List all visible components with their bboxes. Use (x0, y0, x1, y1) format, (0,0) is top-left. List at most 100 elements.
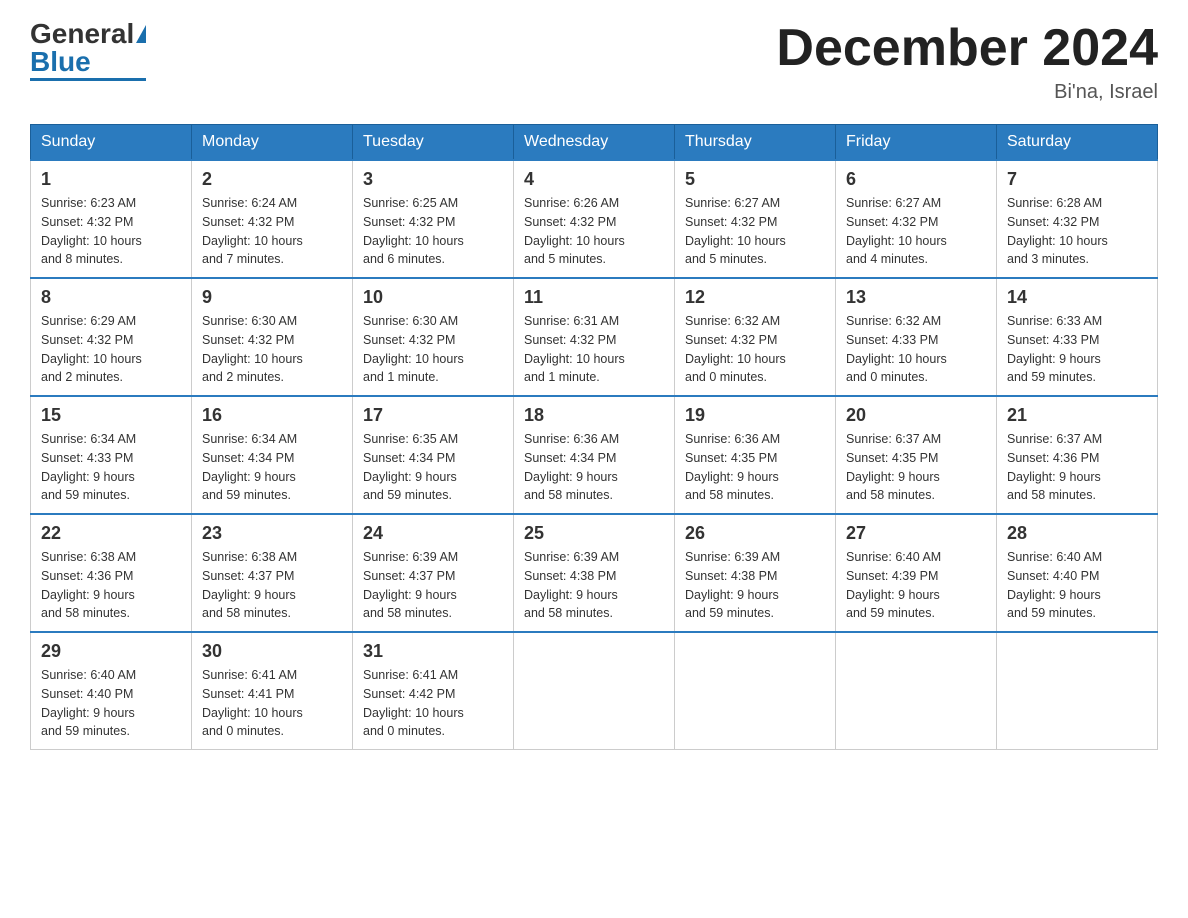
day-number: 14 (1007, 287, 1147, 308)
day-info: Sunrise: 6:31 AMSunset: 4:32 PMDaylight:… (524, 312, 664, 387)
header-saturday: Saturday (997, 125, 1158, 161)
day-number: 6 (846, 169, 986, 190)
day-info: Sunrise: 6:33 AMSunset: 4:33 PMDaylight:… (1007, 312, 1147, 387)
logo-triangle-icon (136, 25, 146, 43)
day-info: Sunrise: 6:27 AMSunset: 4:32 PMDaylight:… (846, 194, 986, 269)
day-number: 5 (685, 169, 825, 190)
calendar-cell: 23 Sunrise: 6:38 AMSunset: 4:37 PMDayligh… (192, 514, 353, 632)
calendar-cell: 2Sunrise: 6:24 AMSunset: 4:32 PMDaylight… (192, 160, 353, 278)
calendar-cell: 26 Sunrise: 6:39 AMSunset: 4:38 PMDayligh… (675, 514, 836, 632)
calendar-cell: 20 Sunrise: 6:37 AMSunset: 4:35 PMDayligh… (836, 396, 997, 514)
day-number: 13 (846, 287, 986, 308)
day-info: Sunrise: 6:37 AMSunset: 4:36 PMDaylight:… (1007, 430, 1147, 505)
day-number: 23 (202, 523, 342, 544)
day-info: Sunrise: 6:23 AMSunset: 4:32 PMDaylight:… (41, 194, 181, 269)
day-info: Sunrise: 6:34 AMSunset: 4:34 PMDaylight:… (202, 430, 342, 505)
calendar-cell: 4 Sunrise: 6:26 AMSunset: 4:32 PMDaylight… (514, 160, 675, 278)
day-info: Sunrise: 6:39 AMSunset: 4:37 PMDaylight:… (363, 548, 503, 623)
week-row-2: 8Sunrise: 6:29 AMSunset: 4:32 PMDaylight… (31, 278, 1158, 396)
calendar-cell: 12 Sunrise: 6:32 AMSunset: 4:32 PMDayligh… (675, 278, 836, 396)
calendar-cell (514, 632, 675, 750)
week-row-3: 15 Sunrise: 6:34 AMSunset: 4:33 PMDayligh… (31, 396, 1158, 514)
day-number: 21 (1007, 405, 1147, 426)
header-thursday: Thursday (675, 125, 836, 161)
day-info: Sunrise: 6:41 AMSunset: 4:42 PMDaylight:… (363, 666, 503, 741)
day-number: 18 (524, 405, 664, 426)
calendar-cell: 29Sunrise: 6:40 AMSunset: 4:40 PMDayligh… (31, 632, 192, 750)
calendar-cell (997, 632, 1158, 750)
header-tuesday: Tuesday (353, 125, 514, 161)
calendar-cell: 1 Sunrise: 6:23 AMSunset: 4:32 PMDaylight… (31, 160, 192, 278)
day-number: 16 (202, 405, 342, 426)
calendar-cell: 25Sunrise: 6:39 AMSunset: 4:38 PMDayligh… (514, 514, 675, 632)
calendar-cell: 6 Sunrise: 6:27 AMSunset: 4:32 PMDaylight… (836, 160, 997, 278)
calendar-cell: 11 Sunrise: 6:31 AMSunset: 4:32 PMDayligh… (514, 278, 675, 396)
day-info: Sunrise: 6:32 AMSunset: 4:32 PMDaylight:… (685, 312, 825, 387)
day-number: 20 (846, 405, 986, 426)
day-info: Sunrise: 6:34 AMSunset: 4:33 PMDaylight:… (41, 430, 181, 505)
day-info: Sunrise: 6:41 AMSunset: 4:41 PMDaylight:… (202, 666, 342, 741)
day-number: 31 (363, 641, 503, 662)
calendar-cell: 7 Sunrise: 6:28 AMSunset: 4:32 PMDaylight… (997, 160, 1158, 278)
header-sunday: Sunday (31, 125, 192, 161)
day-number: 22 (41, 523, 181, 544)
calendar-cell: 30 Sunrise: 6:41 AMSunset: 4:41 PMDayligh… (192, 632, 353, 750)
day-number: 11 (524, 287, 664, 308)
day-number: 3 (363, 169, 503, 190)
day-number: 19 (685, 405, 825, 426)
day-number: 10 (363, 287, 503, 308)
day-info: Sunrise: 6:30 AMSunset: 4:32 PMDaylight:… (363, 312, 503, 387)
day-info: Sunrise: 6:38 AMSunset: 4:37 PMDaylight:… (202, 548, 342, 623)
week-row-4: 22 Sunrise: 6:38 AMSunset: 4:36 PMDayligh… (31, 514, 1158, 632)
day-info: Sunrise: 6:38 AMSunset: 4:36 PMDaylight:… (41, 548, 181, 623)
day-number: 4 (524, 169, 664, 190)
day-info: Sunrise: 6:26 AMSunset: 4:32 PMDaylight:… (524, 194, 664, 269)
calendar-cell: 17 Sunrise: 6:35 AMSunset: 4:34 PMDayligh… (353, 396, 514, 514)
day-info: Sunrise: 6:35 AMSunset: 4:34 PMDaylight:… (363, 430, 503, 505)
day-number: 27 (846, 523, 986, 544)
calendar-cell: 31 Sunrise: 6:41 AMSunset: 4:42 PMDayligh… (353, 632, 514, 750)
day-number: 7 (1007, 169, 1147, 190)
week-row-1: 1 Sunrise: 6:23 AMSunset: 4:32 PMDaylight… (31, 160, 1158, 278)
logo-general-text: General (30, 20, 134, 48)
day-info: Sunrise: 6:28 AMSunset: 4:32 PMDaylight:… (1007, 194, 1147, 269)
day-number: 26 (685, 523, 825, 544)
day-info: Sunrise: 6:25 AMSunset: 4:32 PMDaylight:… (363, 194, 503, 269)
day-number: 9 (202, 287, 342, 308)
calendar-header-row: SundayMondayTuesdayWednesdayThursdayFrid… (31, 125, 1158, 161)
day-number: 1 (41, 169, 181, 190)
logo: General Blue (30, 20, 146, 81)
calendar-cell: 13 Sunrise: 6:32 AMSunset: 4:33 PMDayligh… (836, 278, 997, 396)
day-info: Sunrise: 6:37 AMSunset: 4:35 PMDaylight:… (846, 430, 986, 505)
calendar-cell: 27Sunrise: 6:40 AMSunset: 4:39 PMDayligh… (836, 514, 997, 632)
day-info: Sunrise: 6:40 AMSunset: 4:40 PMDaylight:… (41, 666, 181, 741)
calendar-cell: 9 Sunrise: 6:30 AMSunset: 4:32 PMDaylight… (192, 278, 353, 396)
header-monday: Monday (192, 125, 353, 161)
calendar-table: SundayMondayTuesdayWednesdayThursdayFrid… (30, 124, 1158, 750)
day-number: 15 (41, 405, 181, 426)
day-info: Sunrise: 6:36 AMSunset: 4:34 PMDaylight:… (524, 430, 664, 505)
calendar-cell: 15 Sunrise: 6:34 AMSunset: 4:33 PMDayligh… (31, 396, 192, 514)
calendar-cell: 22 Sunrise: 6:38 AMSunset: 4:36 PMDayligh… (31, 514, 192, 632)
calendar-cell: 19 Sunrise: 6:36 AMSunset: 4:35 PMDayligh… (675, 396, 836, 514)
calendar-cell: 5 Sunrise: 6:27 AMSunset: 4:32 PMDaylight… (675, 160, 836, 278)
day-number: 30 (202, 641, 342, 662)
calendar-cell: 24Sunrise: 6:39 AMSunset: 4:37 PMDayligh… (353, 514, 514, 632)
day-info: Sunrise: 6:40 AMSunset: 4:40 PMDaylight:… (1007, 548, 1147, 623)
calendar-cell: 8Sunrise: 6:29 AMSunset: 4:32 PMDaylight… (31, 278, 192, 396)
header-friday: Friday (836, 125, 997, 161)
day-info: Sunrise: 6:27 AMSunset: 4:32 PMDaylight:… (685, 194, 825, 269)
day-info: Sunrise: 6:36 AMSunset: 4:35 PMDaylight:… (685, 430, 825, 505)
title-section: December 2024 Bi'na, Israel (776, 20, 1158, 104)
month-title: December 2024 (776, 20, 1158, 77)
calendar-cell: 16 Sunrise: 6:34 AMSunset: 4:34 PMDayligh… (192, 396, 353, 514)
day-info: Sunrise: 6:30 AMSunset: 4:32 PMDaylight:… (202, 312, 342, 387)
header-wednesday: Wednesday (514, 125, 675, 161)
day-info: Sunrise: 6:39 AMSunset: 4:38 PMDaylight:… (685, 548, 825, 623)
day-info: Sunrise: 6:32 AMSunset: 4:33 PMDaylight:… (846, 312, 986, 387)
day-number: 17 (363, 405, 503, 426)
day-number: 12 (685, 287, 825, 308)
day-number: 25 (524, 523, 664, 544)
calendar-cell: 10 Sunrise: 6:30 AMSunset: 4:32 PMDayligh… (353, 278, 514, 396)
day-info: Sunrise: 6:29 AMSunset: 4:32 PMDaylight:… (41, 312, 181, 387)
